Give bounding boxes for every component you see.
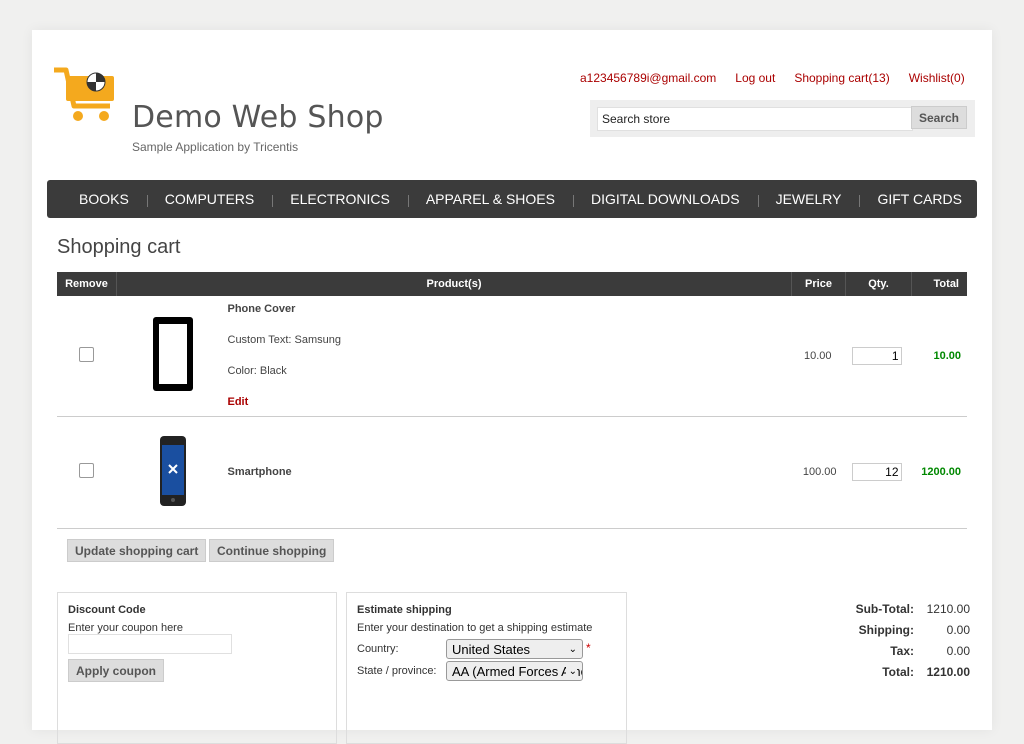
discount-box: Discount Code Enter your coupon here App… xyxy=(57,592,337,744)
quantity-input[interactable] xyxy=(851,463,902,481)
col-products: Product(s) xyxy=(116,272,792,296)
country-select[interactable]: United States ⌄ xyxy=(446,639,583,659)
product-name[interactable]: Phone Cover xyxy=(228,303,342,315)
logout-link[interactable]: Log out xyxy=(735,71,775,85)
continue-shopping-button[interactable]: Continue shopping xyxy=(209,539,335,562)
chevron-down-icon: ⌄ xyxy=(568,644,577,655)
unit-price: 10.00 xyxy=(791,296,846,417)
discount-title: Discount Code xyxy=(68,604,146,616)
shipping-title: Estimate shipping xyxy=(357,604,452,616)
state-value: AA (Armed Forces Americas) xyxy=(452,664,582,679)
state-select[interactable]: AA (Armed Forces Americas) ⌄ xyxy=(446,661,583,681)
account-link[interactable]: a123456789i@gmail.com xyxy=(580,71,716,85)
remove-checkbox[interactable] xyxy=(79,346,95,362)
product-attribute: Custom Text: Samsung xyxy=(227,334,342,347)
discount-text: Enter your coupon here xyxy=(68,622,183,634)
country-value: United States xyxy=(452,642,531,657)
chevron-down-icon: ⌄ xyxy=(565,662,577,680)
shipping-label: Shipping: xyxy=(858,622,914,637)
page-title: Shopping cart xyxy=(57,236,181,258)
menu-item-jewelry[interactable]: JEWELRY xyxy=(757,191,860,207)
apply-coupon-button[interactable]: Apply coupon xyxy=(68,659,164,682)
shipping-value: 0.00 xyxy=(946,622,970,637)
product-name[interactable]: Smartphone xyxy=(228,466,292,478)
row-total: 10.00 xyxy=(911,296,967,417)
logo[interactable]: Demo Web Shop Sample Application by Tric… xyxy=(52,66,383,154)
menu-item-books[interactable]: BOOKS xyxy=(61,191,147,207)
country-label: Country: xyxy=(357,643,399,655)
quantity-input[interactable] xyxy=(851,346,902,365)
subtotal-label: Sub-Total: xyxy=(855,601,914,616)
table-row: Smartphone 100.00 1200.00 xyxy=(57,416,967,529)
total-value: 1210.00 xyxy=(926,664,970,679)
menu-item-gift-cards[interactable]: GIFT CARDS xyxy=(859,191,980,207)
product-image[interactable] xyxy=(118,435,228,510)
table-row: Phone Cover Custom Text: Samsung Color: … xyxy=(57,296,967,417)
update-cart-button[interactable]: Update shopping cart xyxy=(67,539,207,562)
menu-item-computers[interactable]: COMPUTERS xyxy=(146,191,272,207)
menu-item-apparel-shoes[interactable]: APPAREL & SHOES xyxy=(407,191,573,207)
wishlist-link[interactable]: Wishlist(0) xyxy=(909,71,965,85)
edit-link[interactable]: Edit xyxy=(228,396,342,408)
order-totals: Sub-Total: 1210.00 Shipping: 0.00 Tax: 0.00… xyxy=(832,598,970,682)
col-total: Total xyxy=(911,272,967,296)
col-qty: Qty. xyxy=(845,272,912,296)
row-total: 1200.00 xyxy=(911,416,967,529)
shopping-cart-link[interactable]: Shopping cart(13) xyxy=(794,71,889,85)
smartphone-icon xyxy=(159,435,186,506)
col-price: Price xyxy=(791,272,846,296)
top-menu: BOOKS COMPUTERS ELECTRONICS APPAREL & SH… xyxy=(47,180,977,218)
shopping-cart-logo-icon xyxy=(54,67,114,121)
remove-checkbox[interactable] xyxy=(79,463,95,478)
page: Demo Web Shop Sample Application by Tric… xyxy=(32,30,992,744)
menu-item-electronics[interactable]: ELECTRONICS xyxy=(272,191,408,207)
total-label: Total: xyxy=(882,664,914,679)
search-input[interactable] xyxy=(597,107,913,131)
state-label: State / province: xyxy=(357,665,437,677)
cart-table: Remove Product(s) Price Qty. Total Phone… xyxy=(57,272,967,529)
subtotal-value: 1210.00 xyxy=(926,601,970,616)
logo-title: Demo Web Shop xyxy=(132,100,384,135)
search-box: Search xyxy=(590,100,975,137)
header-links: a123456789i@gmail.com Log out Shopping car… xyxy=(580,71,965,85)
product-image[interactable] xyxy=(118,315,228,396)
tax-label: Tax: xyxy=(890,643,914,658)
col-remove: Remove xyxy=(57,272,117,296)
estimate-shipping-box: Estimate shipping Enter your destination… xyxy=(346,592,627,744)
required-marker: * xyxy=(586,641,591,655)
shipping-text: Enter your destination to get a shipping… xyxy=(357,622,593,634)
phone-cover-icon xyxy=(152,317,193,392)
tax-value: 0.00 xyxy=(946,643,970,658)
menu-item-digital-downloads[interactable]: DIGITAL DOWNLOADS xyxy=(573,191,758,207)
search-button[interactable]: Search xyxy=(911,106,967,129)
coupon-input[interactable] xyxy=(68,634,232,654)
unit-price: 100.00 xyxy=(791,416,846,529)
product-attribute: Color: Black xyxy=(227,365,287,378)
logo-subtitle: Sample Application by Tricentis xyxy=(132,140,299,154)
